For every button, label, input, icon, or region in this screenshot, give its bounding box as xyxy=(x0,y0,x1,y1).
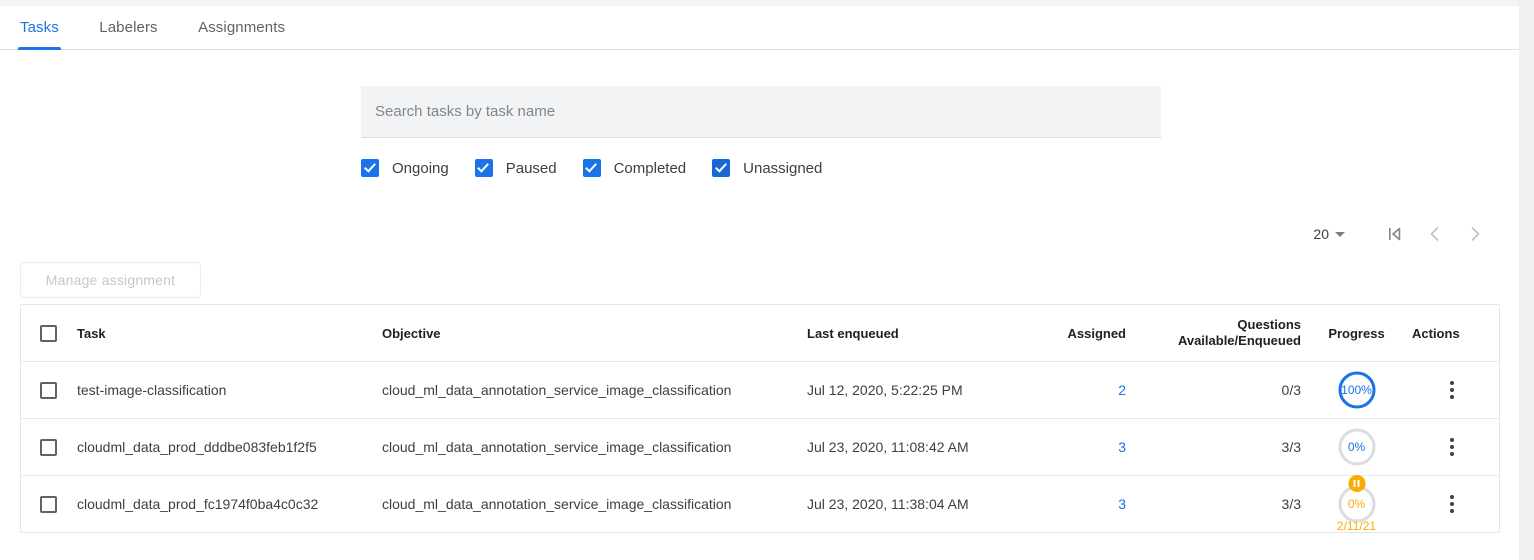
more-vert-icon xyxy=(1450,509,1454,513)
more-vert-icon xyxy=(1450,502,1454,506)
checkbox-unassigned-icon[interactable] xyxy=(712,159,730,177)
header-assigned[interactable]: Assigned xyxy=(1024,305,1134,362)
checkbox-paused-icon[interactable] xyxy=(475,159,493,177)
header-questions[interactable]: Questions Available/Enqueued xyxy=(1134,305,1309,362)
filter-ongoing[interactable]: Ongoing xyxy=(361,159,449,177)
select-all-header xyxy=(21,305,69,362)
tab-bar: Tasks Labelers Assignments xyxy=(0,6,1519,50)
status-filter-group: Ongoing Paused Completed Unassigned xyxy=(361,150,848,186)
progress-ring: 0% xyxy=(1337,427,1377,467)
row-checkbox[interactable] xyxy=(40,496,57,513)
header-questions-line1: Questions xyxy=(1142,317,1301,333)
cell-progress: 0% 2/11/21 xyxy=(1309,476,1404,533)
cell-assigned: 3 xyxy=(1024,476,1134,533)
header-progress[interactable]: Progress xyxy=(1309,305,1404,362)
more-vert-icon xyxy=(1450,395,1454,399)
table-row[interactable]: cloudml_data_prod_dddbe083feb1f2f5 cloud… xyxy=(21,419,1499,476)
cell-objective: cloud_ml_data_annotation_service_image_c… xyxy=(374,419,799,476)
chevron-right-icon xyxy=(1465,224,1485,244)
table-header-row: Task Objective Last enqueued Assigned Qu… xyxy=(21,305,1499,362)
more-vert-icon xyxy=(1450,445,1454,449)
chevron-left-icon xyxy=(1425,224,1445,244)
cell-questions: 3/3 xyxy=(1134,419,1309,476)
pagination-controls: 20 xyxy=(1313,216,1495,252)
filter-completed-label: Completed xyxy=(614,160,687,177)
previous-page-button[interactable] xyxy=(1415,216,1455,252)
more-vert-icon xyxy=(1450,495,1454,499)
header-last-enqueued[interactable]: Last enqueued xyxy=(799,305,1024,362)
cell-assigned: 2 xyxy=(1024,362,1134,419)
header-actions: Actions xyxy=(1404,305,1499,362)
row-select-cell xyxy=(21,419,69,476)
filter-unassigned-label: Unassigned xyxy=(743,160,822,177)
cell-actions xyxy=(1404,362,1499,419)
more-vert-icon xyxy=(1450,381,1454,385)
progress-label: 0% xyxy=(1337,427,1377,467)
select-all-checkbox[interactable] xyxy=(40,325,57,342)
assigned-link[interactable]: 2 xyxy=(1118,382,1126,398)
tab-tasks[interactable]: Tasks xyxy=(20,6,59,50)
cell-task: cloudml_data_prod_fc1974f0ba4c0c32 xyxy=(69,476,374,533)
assigned-link[interactable]: 3 xyxy=(1118,439,1126,455)
progress-ring: 100% xyxy=(1337,370,1377,410)
checkbox-ongoing-icon[interactable] xyxy=(361,159,379,177)
cell-objective: cloud_ml_data_annotation_service_image_c… xyxy=(374,476,799,533)
row-menu-button[interactable] xyxy=(1440,435,1464,459)
filter-paused-label: Paused xyxy=(506,160,557,177)
cell-actions xyxy=(1404,476,1499,533)
first-page-button[interactable] xyxy=(1375,216,1415,252)
more-vert-icon xyxy=(1450,452,1454,456)
progress-sub-date: 2/11/21 xyxy=(1309,519,1404,533)
first-page-icon xyxy=(1385,224,1405,244)
assigned-link[interactable]: 3 xyxy=(1118,496,1126,512)
cell-last-enqueued: Jul 23, 2020, 11:08:42 AM xyxy=(799,419,1024,476)
cell-questions: 3/3 xyxy=(1134,476,1309,533)
manage-assignment-button[interactable]: Manage assignment xyxy=(20,262,201,298)
tab-assignments[interactable]: Assignments xyxy=(198,6,285,50)
cell-last-enqueued: Jul 12, 2020, 5:22:25 PM xyxy=(799,362,1024,419)
cell-questions: 0/3 xyxy=(1134,362,1309,419)
row-checkbox[interactable] xyxy=(40,439,57,456)
page-size-value[interactable]: 20 xyxy=(1313,226,1329,242)
cell-last-enqueued: Jul 23, 2020, 11:38:04 AM xyxy=(799,476,1024,533)
cell-objective: cloud_ml_data_annotation_service_image_c… xyxy=(374,362,799,419)
cell-progress: 100% xyxy=(1309,362,1404,419)
cell-progress: 0% xyxy=(1309,419,1404,476)
paused-badge-icon xyxy=(1348,475,1365,492)
filter-paused[interactable]: Paused xyxy=(475,159,557,177)
tasks-table: Task Objective Last enqueued Assigned Qu… xyxy=(20,304,1500,533)
header-questions-line2: Available/Enqueued xyxy=(1142,333,1301,349)
tasks-page: Tasks Labelers Assignments Ongoing Pause… xyxy=(0,6,1519,560)
chevron-down-icon[interactable] xyxy=(1335,232,1345,237)
next-page-button[interactable] xyxy=(1455,216,1495,252)
cell-assigned: 3 xyxy=(1024,419,1134,476)
more-vert-icon xyxy=(1450,438,1454,442)
table-row[interactable]: test-image-classification cloud_ml_data_… xyxy=(21,362,1499,419)
cell-task: test-image-classification xyxy=(69,362,374,419)
filter-unassigned[interactable]: Unassigned xyxy=(712,159,822,177)
cell-task: cloudml_data_prod_dddbe083feb1f2f5 xyxy=(69,419,374,476)
vertical-scrollbar[interactable] xyxy=(1519,0,1534,560)
header-task[interactable]: Task xyxy=(69,305,374,362)
checkbox-completed-icon[interactable] xyxy=(583,159,601,177)
progress-ring: 0% xyxy=(1337,484,1377,524)
tab-labelers[interactable]: Labelers xyxy=(99,6,157,50)
row-select-cell xyxy=(21,476,69,533)
cell-actions xyxy=(1404,419,1499,476)
header-objective[interactable]: Objective xyxy=(374,305,799,362)
filter-ongoing-label: Ongoing xyxy=(392,160,449,177)
progress-label: 100% xyxy=(1337,370,1377,410)
more-vert-icon xyxy=(1450,388,1454,392)
filter-completed[interactable]: Completed xyxy=(583,159,687,177)
row-menu-button[interactable] xyxy=(1440,378,1464,402)
search-input[interactable] xyxy=(361,86,1161,138)
row-select-cell xyxy=(21,362,69,419)
search-container xyxy=(361,86,1161,138)
row-menu-button[interactable] xyxy=(1440,492,1464,516)
row-checkbox[interactable] xyxy=(40,382,57,399)
table-row[interactable]: cloudml_data_prod_fc1974f0ba4c0c32 cloud… xyxy=(21,476,1499,533)
